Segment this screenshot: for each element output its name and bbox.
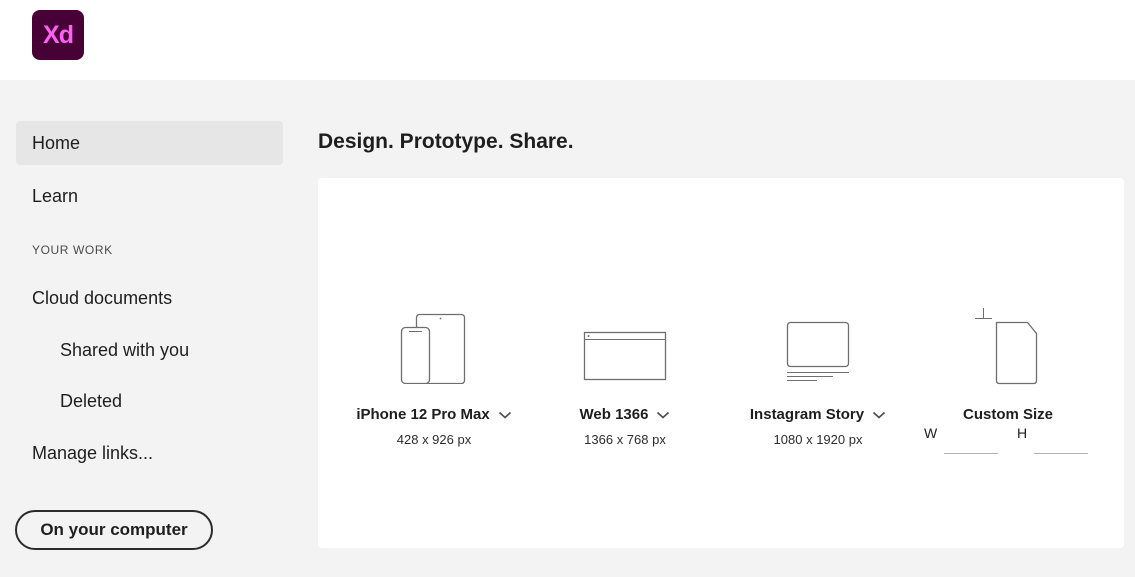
- on-your-computer-button[interactable]: On your computer: [15, 510, 213, 550]
- section-label-your-work: YOUR WORK: [32, 243, 113, 257]
- presets-card: iPhone 12 Pro Max 428 x 926 px Web 1366: [318, 178, 1124, 548]
- preset-name[interactable]: Web 1366: [548, 406, 702, 423]
- sidebar-item-cloud-documents[interactable]: Cloud documents: [16, 276, 283, 320]
- preset-label: iPhone 12 Pro Max: [356, 406, 490, 423]
- preset-size: 1366 x 768 px: [584, 432, 666, 447]
- preset-name: Custom Size: [916, 406, 1100, 423]
- top-bar: Xd: [0, 0, 1135, 80]
- preset-label: Web 1366: [579, 406, 649, 423]
- monitor-icon: [728, 308, 908, 384]
- sidebar-item-manage-links[interactable]: Manage links...: [16, 431, 283, 475]
- custom-size-fields: W H: [916, 425, 1100, 454]
- sidebar-item-label: Deleted: [60, 390, 123, 411]
- preset-size: 1080 x 1920 px: [773, 432, 863, 447]
- sidebar: Home Learn YOUR WORK Cloud documents Sha…: [0, 80, 300, 577]
- sidebar-item-label: Home: [32, 132, 81, 153]
- preset-label: Instagram Story: [749, 406, 865, 423]
- chevron-down-icon[interactable]: [656, 410, 670, 420]
- app-body: Home Learn YOUR WORK Cloud documents Sha…: [0, 80, 1135, 577]
- preset-name[interactable]: Instagram Story: [728, 406, 908, 423]
- sidebar-item-deleted[interactable]: Deleted: [16, 379, 283, 423]
- chevron-down-icon[interactable]: [498, 410, 512, 420]
- preset-size: 428 x 926 px: [396, 432, 472, 447]
- sidebar-item-label: Shared with you: [60, 339, 190, 360]
- sidebar-item-shared-with-you[interactable]: Shared with you: [16, 328, 283, 372]
- sidebar-item-label: Cloud documents: [32, 287, 173, 308]
- sidebar-item-label: Manage links...: [32, 442, 154, 463]
- xd-logo: Xd: [32, 10, 84, 60]
- preset-label: Custom Size: [962, 406, 1053, 423]
- height-input[interactable]: [1034, 431, 1088, 454]
- page-title: Design. Prototype. Share.: [318, 130, 574, 153]
- height-label: H: [1017, 425, 1028, 441]
- sidebar-item-label: Learn: [32, 185, 79, 206]
- sidebar-item-home[interactable]: Home: [16, 121, 283, 165]
- preset-name[interactable]: iPhone 12 Pro Max: [340, 406, 528, 423]
- custom-document-icon: [916, 308, 1100, 388]
- width-input[interactable]: [944, 431, 998, 454]
- width-label: W: [924, 425, 938, 441]
- sidebar-item-learn[interactable]: Learn: [16, 174, 283, 218]
- chevron-down-icon[interactable]: [872, 410, 886, 420]
- phone-tablet-icon: [340, 308, 528, 384]
- web-browser-icon: [548, 308, 702, 384]
